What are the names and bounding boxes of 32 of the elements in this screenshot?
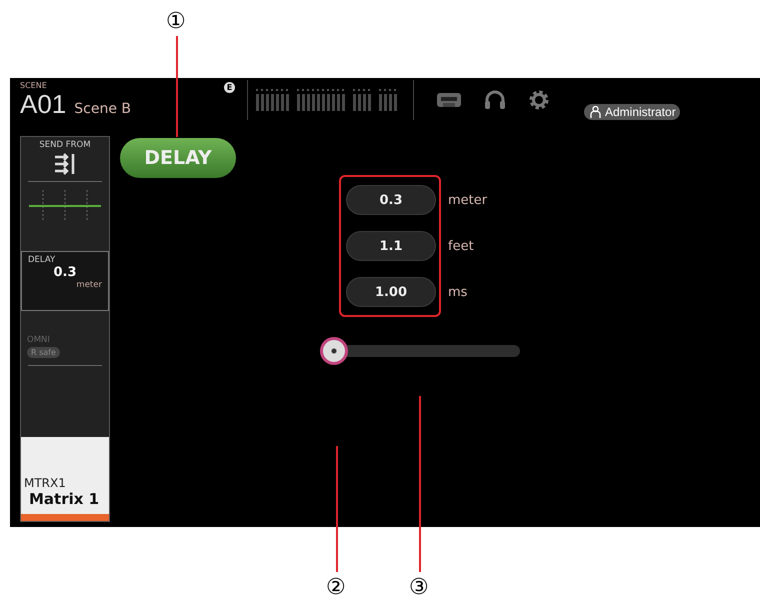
- r-safe-badge: R safe: [27, 347, 60, 358]
- channel-name: Matrix 1: [28, 490, 100, 508]
- callout-number: ②: [326, 576, 346, 600]
- send-from-label: SEND FROM: [39, 140, 91, 150]
- unit-label: feet: [448, 238, 474, 254]
- slider-thumb[interactable]: [320, 337, 348, 365]
- scene-label: SCENE: [20, 82, 48, 90]
- unit-label: meter: [448, 192, 488, 208]
- delay-label: DELAY: [28, 255, 56, 265]
- value-field[interactable]: 1.00: [346, 277, 436, 307]
- settings-icon[interactable]: [528, 89, 550, 111]
- channel-name-panel[interactable]: MTRX1 Matrix 1: [21, 437, 109, 514]
- value-field[interactable]: 1.1: [346, 231, 436, 261]
- delay-unit: meter: [75, 280, 102, 290]
- user-button[interactable]: Administrator: [584, 104, 680, 120]
- callout-number: ①: [166, 10, 186, 34]
- delay-panel[interactable]: DELAY 0.3 meter: [21, 251, 109, 311]
- send-from-panel[interactable]: SEND FROM: [21, 137, 109, 251]
- scene-name[interactable]: Scene B: [74, 101, 132, 117]
- callout-number: ③: [409, 576, 429, 600]
- channel-id: MTRX1: [24, 476, 67, 490]
- person-icon: [590, 106, 601, 118]
- omni-label: OMNI: [27, 335, 51, 345]
- edit-badge: E: [224, 82, 235, 93]
- value-field[interactable]: 0.3: [346, 185, 436, 215]
- delay-value: 0.3: [52, 265, 77, 280]
- send-arrows-icon: [54, 153, 76, 175]
- cassette-icon[interactable]: [436, 91, 462, 109]
- eq-graph-drawing: [29, 188, 101, 222]
- scene-number[interactable]: A01: [20, 90, 66, 118]
- unit-label: ms: [448, 284, 468, 300]
- headphones-icon[interactable]: [484, 90, 506, 110]
